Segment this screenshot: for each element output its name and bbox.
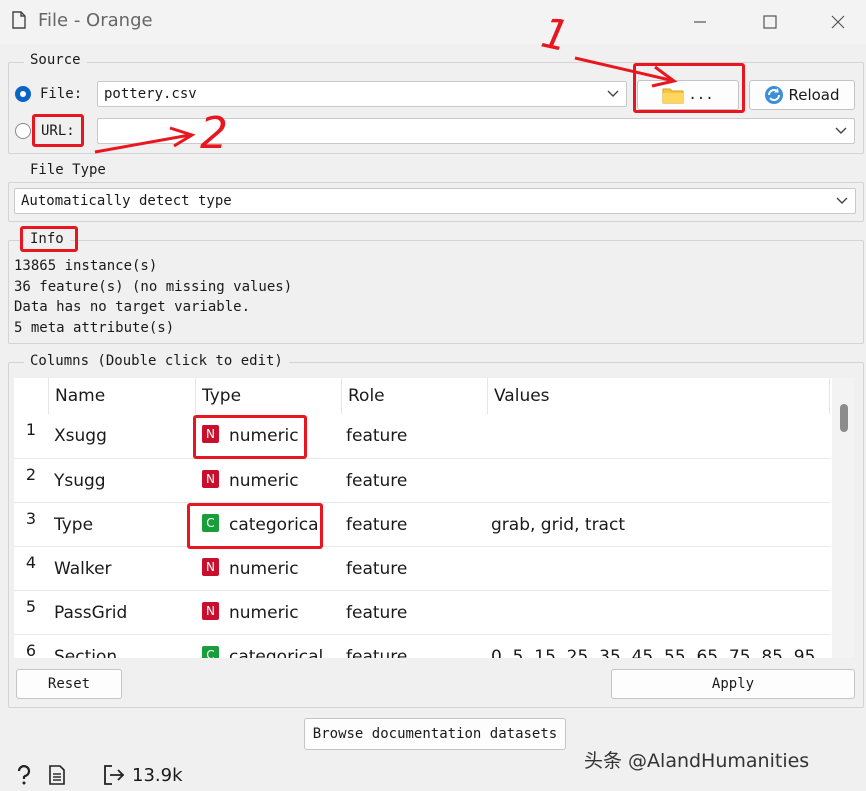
annotation-mark-2: 2 xyxy=(200,108,228,159)
annotation-arrows xyxy=(94,56,678,154)
